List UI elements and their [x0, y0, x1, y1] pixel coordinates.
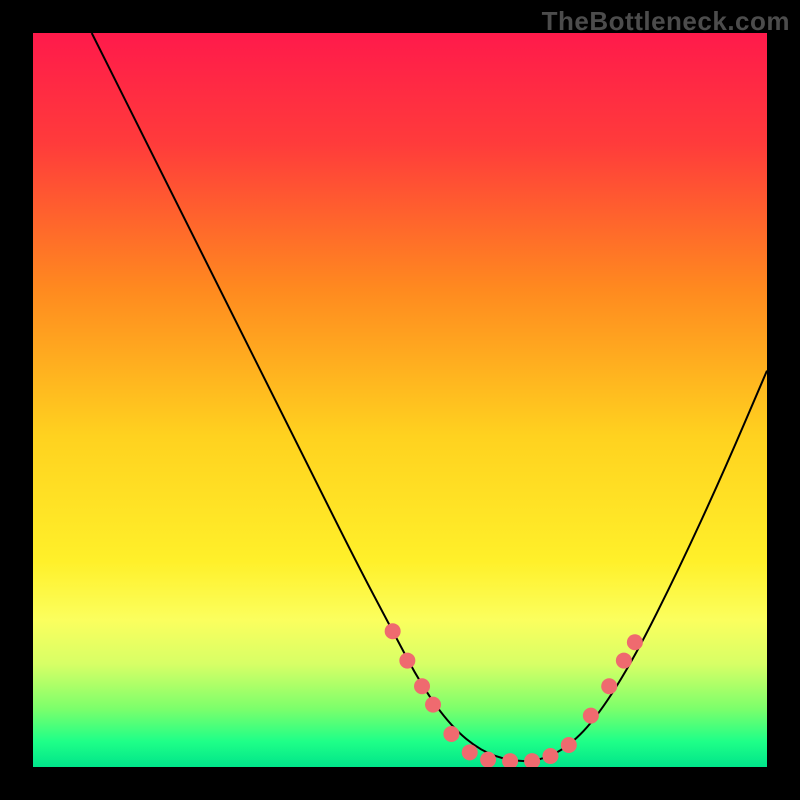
highlight-dot	[399, 653, 415, 669]
highlight-dot	[425, 697, 441, 713]
highlight-dot	[601, 678, 617, 694]
chart-frame: TheBottleneck.com	[0, 0, 800, 800]
highlight-dot	[414, 678, 430, 694]
highlight-dot	[627, 634, 643, 650]
gradient-background	[33, 33, 767, 767]
highlight-dot	[583, 708, 599, 724]
highlight-dot	[443, 726, 459, 742]
highlight-dot	[561, 737, 577, 753]
highlight-dot	[462, 744, 478, 760]
highlight-dot	[524, 753, 540, 769]
watermark-text: TheBottleneck.com	[542, 6, 790, 37]
highlight-dot	[502, 753, 518, 769]
highlight-dot	[480, 752, 496, 768]
bottleneck-chart	[0, 0, 800, 800]
highlight-dot	[542, 748, 558, 764]
highlight-dot	[385, 623, 401, 639]
highlight-dot	[616, 653, 632, 669]
